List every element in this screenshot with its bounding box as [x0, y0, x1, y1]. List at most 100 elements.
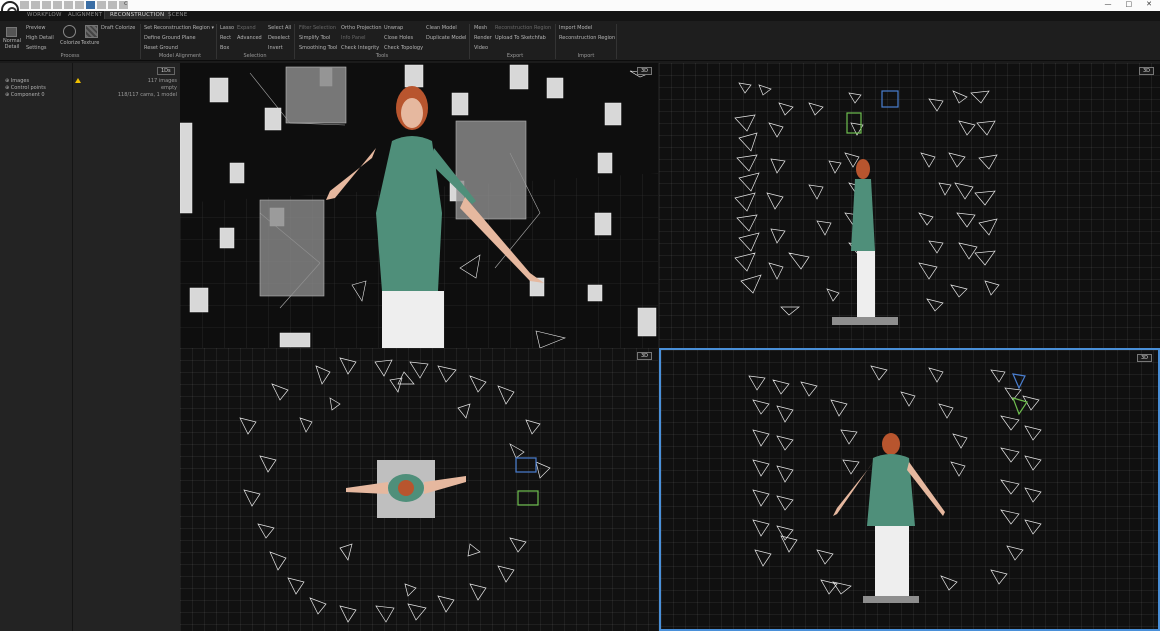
viewport-mode-badge[interactable]: 3D: [1138, 67, 1154, 75]
tab-reconstruction[interactable]: RECONSTRUCTION: [104, 11, 171, 19]
layout-4-icon[interactable]: [86, 1, 95, 9]
panel-column-divider: [72, 63, 73, 631]
person-front: [833, 433, 945, 603]
ribbon-separator: [216, 24, 217, 59]
group-label-import: Import: [577, 53, 595, 59]
export-render-button[interactable]: Render: [474, 35, 492, 41]
viewport-top[interactable]: 3D: [180, 348, 658, 631]
tree-item-control-points[interactable]: ⊕ Control points: [5, 85, 46, 91]
window-controls: — □ ✕: [1105, 0, 1153, 8]
smoothing-tool-button[interactable]: Smoothing Tool: [299, 45, 337, 51]
save-icon[interactable]: [42, 1, 51, 9]
group-label-process: Process: [60, 53, 80, 59]
filter-selection-button[interactable]: Filter Selection: [299, 25, 336, 31]
import-model-button[interactable]: Import Model: [559, 25, 592, 31]
preview-button[interactable]: Preview: [26, 25, 45, 31]
layout-5-icon[interactable]: [97, 1, 106, 9]
texture-button[interactable]: Texture: [81, 40, 99, 46]
settings-button[interactable]: Settings: [26, 45, 47, 51]
set-reconstruction-region-button[interactable]: Set Reconstruction Region ▾: [144, 25, 214, 31]
colorize-icon: [63, 25, 76, 38]
document-label: c: [124, 0, 128, 7]
ribbon-separator: [555, 24, 556, 59]
close-holes-button[interactable]: Close Holes: [384, 35, 413, 41]
rect-button[interactable]: Rect: [220, 35, 231, 41]
open-project-icon[interactable]: [31, 1, 40, 9]
check-topology-button[interactable]: Check Topology: [384, 45, 423, 51]
component-value: 118/117 cams, 1 model: [117, 92, 177, 98]
perspective-scene: [180, 64, 658, 348]
upload-sketchfab-button[interactable]: Upload To Sketchfab: [495, 35, 546, 41]
export-reconstruction-region-button[interactable]: Reconstruction Region: [495, 25, 551, 31]
viewport-side[interactable]: 3D: [659, 63, 1160, 348]
high-detail-button[interactable]: High Detail: [26, 35, 54, 41]
define-ground-plane-button[interactable]: Define Ground Plane: [144, 35, 196, 41]
tree-label: Component 0: [10, 92, 45, 98]
new-project-icon[interactable]: [20, 1, 29, 9]
advanced-button[interactable]: Advanced: [237, 35, 262, 41]
layout-1-icon[interactable]: [53, 1, 62, 9]
group-label-export: Export: [506, 53, 524, 59]
tree-item-images[interactable]: ⊕ Images: [5, 78, 29, 84]
viewport-mode-badge[interactable]: 3D: [1136, 354, 1152, 362]
info-panel-button[interactable]: Info Panel: [341, 35, 366, 41]
tab-workflow[interactable]: WORKFLOW: [27, 12, 62, 18]
ribbon-tabs: WORKFLOW ALIGNMENT RECONSTRUCTION SCENE: [0, 11, 1160, 21]
tab-scene[interactable]: SCENE: [168, 12, 187, 18]
export-video-button[interactable]: Video: [474, 45, 488, 51]
ribbon-separator: [140, 24, 141, 59]
unwrap-button[interactable]: Unwrap: [384, 25, 403, 31]
tree-label: Images: [10, 78, 30, 84]
normal-detail-icon: [6, 27, 17, 37]
reset-ground-button[interactable]: Reset Ground: [144, 45, 178, 51]
texture-icon: [85, 25, 98, 38]
ribbon-separator: [294, 24, 295, 59]
deselect-button[interactable]: Deselect: [268, 35, 290, 41]
images-value: 117 images: [147, 78, 177, 84]
import-reconstruction-region-button[interactable]: Reconstruction Region: [559, 35, 615, 41]
check-integrity-button[interactable]: Check Integrity: [341, 45, 379, 51]
1ds-panel: [0, 63, 180, 631]
export-mesh-button[interactable]: Mesh: [474, 25, 487, 31]
normal-detail-button[interactable]: Normal Detail: [3, 38, 21, 50]
viewport-mode-badge[interactable]: 3D: [636, 352, 652, 360]
group-label-selection: Selection: [243, 53, 267, 59]
viewport-mode-badge[interactable]: 3D: [636, 67, 652, 75]
side-scene: [734, 82, 1000, 325]
warning-icon: [75, 78, 81, 83]
viewport-front[interactable]: 3D: [659, 348, 1160, 631]
ribbon: Normal Detail Preview High Detail Settin…: [0, 21, 1160, 61]
box-button[interactable]: Box: [220, 45, 229, 51]
quick-access-toolbar: [20, 1, 128, 9]
undo-icon[interactable]: [108, 1, 117, 9]
viewport-perspective[interactable]: 3D: [180, 63, 658, 348]
invert-button[interactable]: Invert: [268, 45, 283, 51]
person-top: [346, 460, 466, 518]
panel-badge[interactable]: 1Ds: [157, 67, 175, 75]
tab-alignment[interactable]: ALIGNMENT: [68, 12, 102, 18]
ribbon-separator: [469, 24, 470, 59]
close-icon[interactable]: ✕: [1146, 0, 1152, 8]
ribbon-separator: [616, 24, 617, 59]
select-all-button[interactable]: Select All: [268, 25, 291, 31]
ortho-projection-button[interactable]: Ortho Projection: [341, 25, 382, 31]
tree-label: Control points: [10, 85, 46, 91]
simplify-tool-button[interactable]: Simplify Tool: [299, 35, 330, 41]
front-scene: [748, 365, 1042, 603]
duplicate-model-button[interactable]: Duplicate Model: [426, 35, 466, 41]
maximize-icon[interactable]: □: [1126, 0, 1133, 8]
group-label-tools: Tools: [375, 53, 389, 59]
clean-model-button[interactable]: Clean Model: [426, 25, 457, 31]
draft-colorize-button[interactable]: Draft Colorize: [101, 25, 135, 31]
minimize-icon[interactable]: —: [1105, 0, 1112, 8]
expand-button[interactable]: Expand: [237, 25, 256, 31]
person-side: [832, 159, 898, 325]
control-points-value: empty: [160, 85, 177, 91]
colorize-button[interactable]: Colorize: [60, 40, 80, 46]
layout-3-icon[interactable]: [75, 1, 84, 9]
layout-2-icon[interactable]: [64, 1, 73, 9]
lasso-button[interactable]: Lasso: [220, 25, 234, 31]
top-scene: [239, 357, 551, 623]
title-bar: c — □ ✕: [0, 0, 1160, 11]
tree-item-component[interactable]: ⊕ Component 0: [5, 92, 45, 98]
